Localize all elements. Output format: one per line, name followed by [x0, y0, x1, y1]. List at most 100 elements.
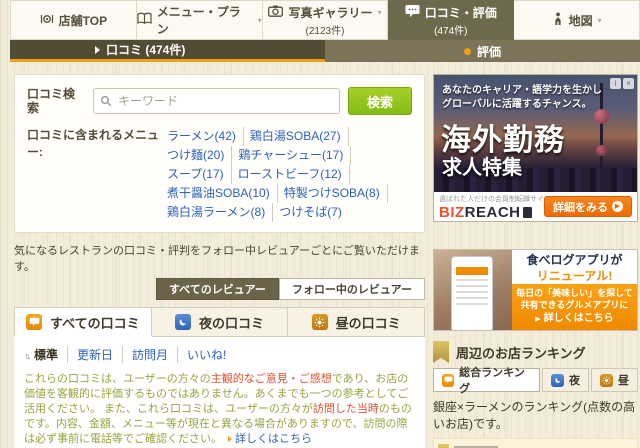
tab-shop-top[interactable]: 店舗TOP	[10, 0, 137, 40]
menu-keyword-link[interactable]: つけそば(7)	[279, 203, 349, 222]
tab-reviews[interactable]: 口コミ・評価 (474件)	[388, 0, 515, 40]
menu-keyword-link[interactable]: つけ麺(20)	[167, 146, 233, 165]
ad-brand-strip: 選ばれた人だけの会員制転職サイト BIZREACH 詳細をみる	[434, 192, 637, 221]
subnav-hyoka[interactable]: 評価	[325, 40, 640, 62]
tab-label: 口コミ・評価	[424, 5, 497, 20]
all-reviewers-button[interactable]: すべてのレビュアー	[155, 278, 279, 300]
tab-label: 昼	[618, 375, 629, 387]
app-banner-cta[interactable]: 詳しくはこちら	[512, 313, 637, 326]
menu-keyword-link[interactable]: 煮干醤油SOBA(10)	[167, 184, 278, 203]
tab-night-ranking[interactable]: 夜	[542, 368, 589, 392]
subnav-label: 口コミ (474件)	[106, 43, 186, 57]
camera-icon	[268, 5, 284, 20]
ribbon-icon	[433, 341, 449, 363]
sort-visited[interactable]: 訪問月	[122, 346, 177, 363]
tab-map[interactable]: 地図 ▾	[514, 0, 640, 40]
plate-icon	[40, 12, 54, 29]
app-banner-line1: 食べログアプリが	[526, 253, 623, 267]
brand-reach: REACH	[464, 204, 521, 221]
disclaimer-part: これらの口コミは、ユーザーの方々の	[24, 373, 211, 385]
ad-line2: グローバルに活躍するチャンス。	[442, 99, 592, 110]
app-banner-line4: 共有できるグルメアプリに	[520, 300, 629, 310]
tab-day-ranking[interactable]: 昼	[591, 368, 638, 392]
review-list-panel: 標準 更新日 訪問月 いいね! これらの口コミは、ユーザーの方々の主観的なご意見…	[14, 337, 425, 448]
tab-label: 写真ギャラリー	[288, 5, 373, 20]
menu-keyword-link[interactable]: ローストビーフ(12)	[238, 165, 350, 184]
tab-label: 夜	[569, 375, 580, 387]
ad-close-icon[interactable]: ×	[623, 78, 634, 89]
brand-biz: BIZ	[439, 204, 465, 221]
speech-icon	[26, 314, 43, 330]
disclaimer-highlight: 主観的なご意見・ご感想	[210, 373, 332, 385]
tab-label: 地図	[568, 13, 593, 28]
phone-photo	[434, 250, 512, 330]
disclaimer-text: これらの口コミは、ユーザーの方々の主観的なご意見・ご感想であり、お店の価値を客観…	[24, 372, 415, 447]
main-column: 口コミ検索 検索 口コミに含まれるメニュー: ラーメン(42) 鶏白湯SOBA(2…	[14, 74, 426, 448]
following-reviewers-button[interactable]: フォロー中のレビュアー	[278, 278, 425, 300]
nearby-ranking-header: 周辺のお店ランキング	[433, 341, 638, 363]
sort-standard[interactable]: 標準	[34, 346, 67, 363]
chevron-down-icon: ▾	[597, 15, 602, 25]
page: 店舗TOP メニュー・プラン ▾ 写真ギャラリー ▾ (2123件) 口コミ・評…	[0, 0, 640, 448]
sidebar: あなたのキャリア・語学力を生かし グローバルに活躍するチャンス。 海外勤務 求人…	[433, 74, 638, 448]
moon-icon	[551, 373, 564, 387]
tab-count: (2123件)	[305, 25, 345, 37]
sort-like[interactable]: いいね!	[177, 346, 235, 363]
keyword-input[interactable]	[93, 88, 340, 114]
tab-label: 昼の口コミ	[335, 315, 401, 331]
ranking-item[interactable]: 銀座 篝 (ラーメン、つけ麺) ★★★★★ 3.76 [ 口コミ 474 件 ]	[433, 438, 638, 448]
sort-icon	[24, 348, 34, 362]
menu-keyword-links: ラーメン(42) 鶏白湯SOBA(27) つけ麺(20) 鶏チャーシュー(17) スープ…	[167, 127, 412, 222]
ad-copy: あなたのキャリア・語学力を生かし グローバルに活躍するチャンス。	[442, 84, 602, 112]
first-place-medal-icon	[438, 444, 449, 448]
tab-overall-ranking[interactable]: 総合ランキング	[433, 367, 540, 395]
speech-icon	[405, 4, 420, 20]
ranking-tabs: 総合ランキング 夜 昼	[433, 367, 638, 395]
brand-mark-icon	[522, 207, 532, 218]
ranking-title: 周辺のお店ランキング	[456, 345, 586, 361]
arrow-right-icon	[95, 45, 100, 54]
menu-keyword-link[interactable]: 鶏チャーシュー(17)	[238, 146, 352, 165]
follow-note: 気になるレストランの口コミ・評判をフォロー中レビュアーごとにご覧いただけます。	[14, 245, 420, 273]
disclaimer-more-link[interactable]: 詳しくはこちら	[222, 433, 312, 445]
menu-keyword-link[interactable]: 鶏白湯SOBA(27)	[250, 127, 349, 146]
search-button[interactable]: 検索	[348, 87, 412, 115]
tab-night-reviews[interactable]: 夜の口コミ	[151, 307, 289, 337]
menu-keyword-link[interactable]: スープ(17)	[167, 165, 232, 184]
dot-icon	[463, 47, 471, 55]
job-ad-banner[interactable]: あなたのキャリア・語学力を生かし グローバルに活躍するチャンス。 海外勤務 求人…	[433, 74, 638, 222]
book-icon	[137, 12, 152, 28]
tab-label: 夜の口コミ	[199, 315, 265, 331]
menu-keyword-link[interactable]: 特製つけSOBA(8)	[284, 184, 388, 203]
review-search-box: 口コミ検索 検索 口コミに含まれるメニュー: ラーメン(42) 鶏白湯SOBA(2…	[14, 74, 425, 233]
chevron-down-icon: ▾	[377, 7, 382, 17]
ad-cta-label: 詳細をみる	[553, 201, 608, 214]
sun-icon	[311, 314, 328, 330]
tab-all-reviews[interactable]: すべての口コミ	[14, 307, 152, 337]
search-icon	[100, 95, 112, 107]
sun-icon	[600, 373, 613, 387]
menu-keyword-link[interactable]: ラーメン(42)	[167, 127, 244, 146]
ranking-description: 銀座×ラーメンのランキング(点数の高いお店)です。	[433, 400, 636, 431]
top-navigation: 店舗TOP メニュー・プラン ▾ 写真ギャラリー ▾ (2123件) 口コミ・評…	[10, 0, 640, 40]
app-promo-banner[interactable]: 食べログアプリが リニューアル! 毎日の「美味しい」を探して 共有できるグルメア…	[433, 249, 638, 331]
review-tabs: すべての口コミ 夜の口コミ 昼の口コミ	[14, 307, 426, 337]
tab-day-reviews[interactable]: 昼の口コミ	[288, 307, 426, 337]
tab-count: (474件)	[434, 25, 468, 37]
tab-menu-plan[interactable]: メニュー・プラン ▾	[136, 0, 263, 40]
ad-info-icon[interactable]: i	[610, 78, 621, 89]
chevron-down-icon: ▾	[257, 15, 262, 25]
sort-updated[interactable]: 更新日	[67, 346, 122, 363]
reviewer-filter: すべてのレビュアー フォロー中のレビュアー	[14, 278, 425, 300]
search-label: 口コミ検索	[27, 87, 76, 115]
subnav-kuchikomi[interactable]: 口コミ (474件)	[10, 40, 325, 62]
menu-keyword-link[interactable]: 鶏白湯ラーメン(8)	[167, 203, 274, 222]
ad-cta-button[interactable]: 詳細をみる	[544, 196, 632, 217]
tab-label: 総合ランキング	[459, 367, 525, 395]
phone-screen	[451, 256, 493, 330]
tab-photo-gallery[interactable]: 写真ギャラリー ▾ (2123件)	[262, 0, 389, 40]
speech-icon	[442, 373, 455, 387]
app-banner-line2: リニューアル!	[536, 269, 613, 283]
ad-photo: あなたのキャリア・語学力を生かし グローバルに活躍するチャンス。 海外勤務 求人…	[434, 75, 637, 192]
subnav-label: 評価	[476, 44, 501, 59]
